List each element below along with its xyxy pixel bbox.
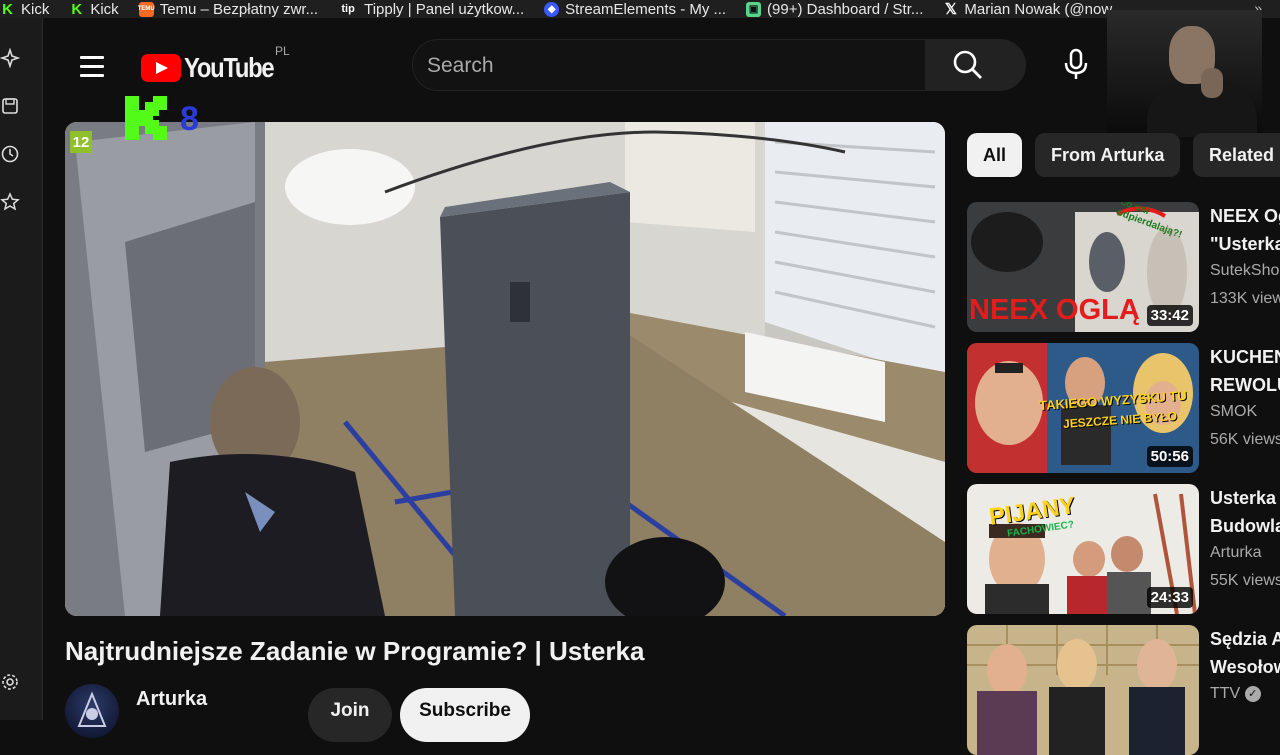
verified-check-icon: ✓	[1244, 685, 1261, 702]
kick-icon: K	[2, 0, 13, 18]
webcam-overlay	[1107, 10, 1262, 137]
voice-search-button[interactable]	[1054, 40, 1098, 90]
temu-icon: TEMU	[138, 1, 155, 17]
youtube-play-icon	[141, 54, 181, 82]
channel-avatar[interactable]	[65, 684, 119, 738]
channel-name[interactable]: Arturka	[136, 688, 207, 711]
rec-channel[interactable]: Arturka	[1210, 544, 1262, 562]
rec-channel[interactable]: SMOK	[1210, 403, 1257, 421]
recommendation-item[interactable]: TAKIEGO WYZYSKU TU JESZCZE NIE BYŁO 50:5…	[967, 343, 1280, 473]
bookmark-tipply[interactable]: tip Tipply | Panel użytkow...	[338, 1, 524, 18]
search-box	[412, 39, 926, 92]
video-duration: 50:56	[1146, 446, 1193, 467]
search-button[interactable]	[926, 39, 1026, 91]
rec-title-line1: NEEX Og	[1210, 206, 1280, 226]
bookmark-streamelements[interactable]: ◆ StreamElements - My ...	[544, 1, 726, 18]
streamelements-icon: ◆	[544, 1, 560, 17]
rec-title-line1: Sędzia A	[1210, 629, 1280, 649]
rec-title-line2: Budowla	[1210, 516, 1280, 536]
video-thumbnail[interactable]: TAKIEGO WYZYSKU TU JESZCZE NIE BYŁO 50:5…	[967, 343, 1199, 473]
recommendation-item[interactable]: PIJANY FACHOWIEC? 24:33 Usterka Budowla A…	[967, 484, 1280, 614]
sparkle-icon[interactable]	[0, 48, 20, 68]
bookmarks-bar: K Kick K Kick TEMU Temu – Bezpłatny zwr.…	[0, 0, 1280, 18]
rec-views: 55K views	[1210, 572, 1280, 589]
rec-title-line1: KUCHEN	[1210, 347, 1280, 367]
kick-counter: 8	[180, 100, 199, 138]
video-thumbnail[interactable]	[967, 625, 1199, 755]
browser-sidebar	[0, 18, 43, 720]
video-duration: 33:42	[1146, 305, 1193, 326]
chip-all[interactable]: All	[967, 133, 1023, 177]
subscribe-button[interactable]: Subscribe	[400, 688, 530, 742]
rec-channel[interactable]: TTV ✓	[1210, 685, 1261, 703]
bookmark-dashboard[interactable]: ▣ (99+) Dashboard / Str...	[746, 1, 923, 18]
recommendation-item[interactable]: Sędzia A Wesołow TTV ✓	[967, 625, 1280, 755]
tipply-icon: tip	[341, 3, 355, 15]
x-icon: 𝕏	[944, 1, 957, 18]
chip-from-arturka[interactable]: From Arturka	[1035, 133, 1181, 177]
rec-channel[interactable]: SutekSho	[1210, 262, 1279, 280]
save-icon[interactable]	[0, 96, 20, 116]
thumbnail-text: NEEX OGLĄ	[969, 294, 1140, 326]
youtube-header: YouTube PL	[42, 18, 1280, 114]
join-button[interactable]: Join	[308, 688, 392, 742]
rec-views: 56K views	[1210, 431, 1280, 448]
rec-views: 133K view	[1210, 290, 1280, 307]
video-duration: 24:33	[1146, 587, 1193, 608]
menu-hamburger-icon[interactable]	[80, 56, 104, 77]
bookmark-temu[interactable]: TEMU Temu – Bezpłatny zwr...	[138, 1, 318, 18]
rec-title-line1: Usterka	[1210, 488, 1277, 508]
video-player[interactable]	[65, 122, 945, 616]
favorites-icon[interactable]	[0, 192, 20, 212]
search-input[interactable]	[425, 40, 909, 92]
search-icon	[953, 50, 982, 79]
settings-gear-icon[interactable]	[0, 672, 20, 692]
rec-title-line2: "Usterka	[1210, 234, 1280, 254]
recommendation-item[interactable]: co oni odpierdalają?! NEEX OGLĄ 33:42 NE…	[967, 202, 1280, 332]
video-thumbnail[interactable]: co oni odpierdalają?! NEEX OGLĄ 33:42	[967, 202, 1199, 332]
kick-icon: K	[71, 0, 83, 18]
video-thumbnail[interactable]: PIJANY FACHOWIEC? 24:33	[967, 484, 1199, 614]
age-rating-badge: 12	[70, 131, 92, 153]
video-title: Najtrudniejsze Zadanie w Programie? | Us…	[65, 636, 645, 666]
twitch-dashboard-icon: ▣	[746, 1, 762, 17]
video-frame	[65, 122, 945, 616]
rec-title-line2: REWOLU	[1210, 375, 1280, 395]
bookmark-x[interactable]: 𝕏 Marian Nowak (@now...	[943, 1, 1124, 19]
microphone-icon	[1064, 48, 1088, 79]
rec-title-line2: Wesołow	[1210, 657, 1280, 677]
kick-logo-icon	[125, 96, 167, 140]
bookmark-kick-1[interactable]: K Kick	[0, 1, 49, 18]
history-icon[interactable]	[0, 144, 20, 164]
bookmark-kick-2[interactable]: K Kick	[69, 1, 118, 18]
youtube-logo[interactable]: YouTube PL	[141, 44, 290, 84]
chip-related[interactable]: Related	[1193, 133, 1280, 177]
